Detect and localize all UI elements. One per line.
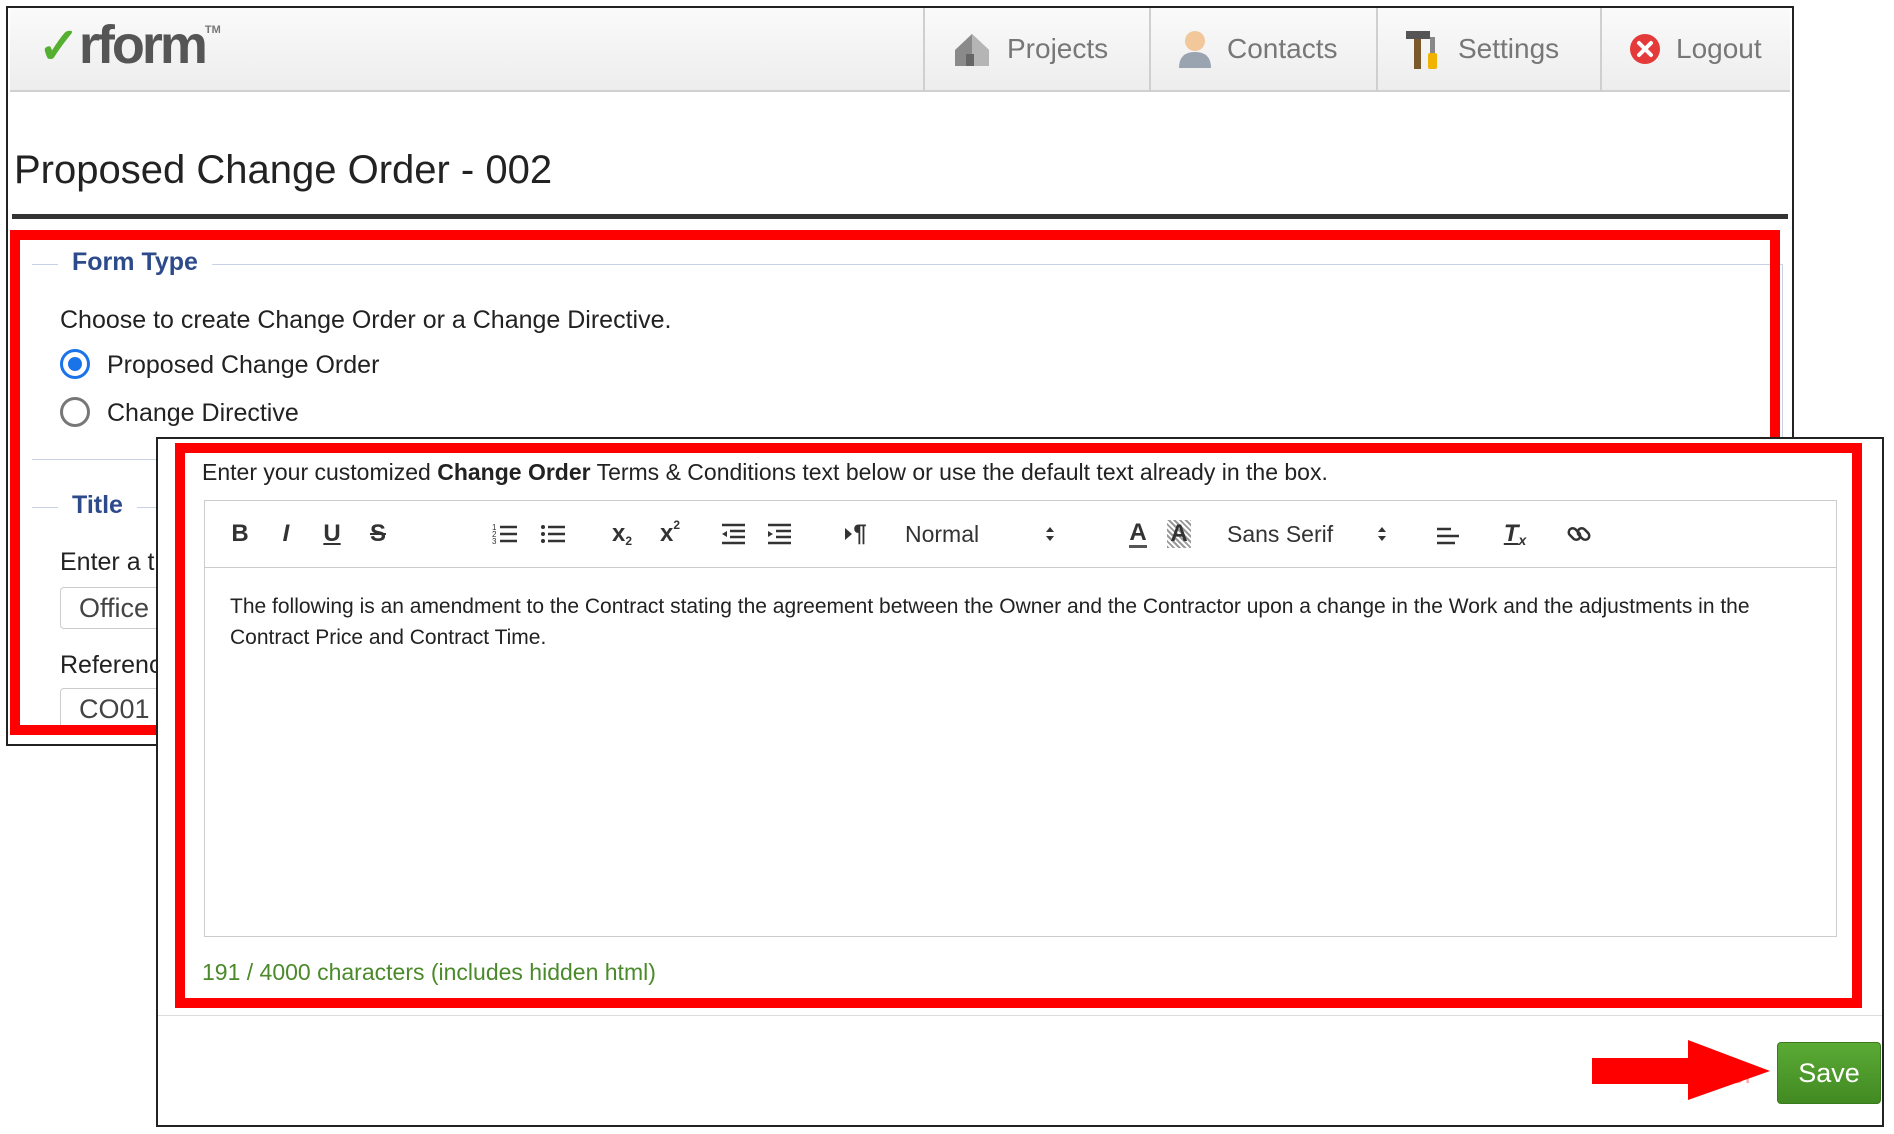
house-icon — [951, 28, 993, 70]
updown-icon — [1045, 525, 1055, 543]
form-type-border — [32, 264, 1782, 265]
logo-tm: TM — [204, 24, 221, 36]
terms-intro-text-2: Terms & Conditions text below or use the… — [590, 459, 1328, 485]
nav-projects[interactable]: Projects — [923, 8, 1149, 90]
background-color-label: A — [1167, 520, 1191, 548]
save-button[interactable]: Save — [1777, 1042, 1881, 1104]
bullet-list-icon — [540, 522, 566, 546]
terms-window: Enter your customized Change Order Terms… — [156, 437, 1884, 1127]
align-button[interactable] — [1435, 517, 1461, 551]
page-title: Proposed Change Order - 002 — [14, 148, 553, 192]
indent-icon — [766, 523, 792, 545]
subscript-button[interactable]: x2 — [607, 517, 637, 551]
footer-divider — [158, 1015, 1882, 1016]
person-icon — [1177, 28, 1213, 70]
outdent-icon — [720, 523, 746, 545]
editor-toolbar: B I U S 123 x2 x2 ¶ Normal A A Sans Seri… — [205, 501, 1836, 568]
title-legend: Title — [58, 491, 137, 520]
nav-contacts-label: Contacts — [1227, 33, 1338, 64]
nav-contacts[interactable]: Contacts — [1149, 8, 1376, 90]
terms-intro-bold: Change Order — [437, 459, 591, 485]
top-navbar: ✓rformTM Projects Contacts Settings Logo… — [10, 8, 1790, 92]
text-direction-label: ¶ — [853, 520, 867, 547]
clear-format-label: T — [1503, 520, 1519, 547]
nav-settings-label: Settings — [1458, 33, 1560, 64]
indent-button[interactable] — [765, 517, 793, 551]
subscript-mark: 2 — [625, 534, 633, 548]
superscript-button[interactable]: x2 — [655, 517, 685, 551]
tools-icon — [1404, 27, 1444, 71]
logo-text: rform — [78, 15, 208, 75]
font-select[interactable]: Sans Serif — [1227, 517, 1387, 551]
radio-change-directive-label[interactable]: Change Directive — [107, 399, 299, 428]
app-logo[interactable]: ✓rformTM — [38, 14, 221, 76]
nav-logout-label: Logout — [1676, 33, 1762, 64]
clear-format-mark: x — [1518, 532, 1527, 548]
red-arrow-icon — [1592, 1040, 1770, 1100]
underline-label: U — [323, 520, 341, 547]
link-button[interactable] — [1565, 517, 1593, 551]
ordered-list-button[interactable]: 123 — [491, 517, 519, 551]
bold-button[interactable]: B — [229, 517, 251, 551]
italic-button[interactable]: I — [275, 517, 297, 551]
title-prompt: Enter a ti — [60, 548, 161, 576]
size-select[interactable]: Normal — [905, 517, 1055, 551]
terms-intro: Enter your customized Change Order Terms… — [202, 459, 1328, 486]
radio-change-directive[interactable] — [60, 397, 90, 427]
main-nav: Projects Contacts Settings Logout — [923, 8, 1790, 90]
text-color-button[interactable]: A — [1125, 517, 1151, 551]
background-color-button[interactable]: A — [1165, 517, 1193, 551]
logo-check-icon: ✓ — [38, 18, 80, 74]
editor-content[interactable]: The following is an amendment to the Con… — [230, 591, 1806, 653]
form-type-prompt: Choose to create Change Order or a Chang… — [60, 306, 672, 334]
terms-intro-text: Enter your customized — [202, 459, 438, 485]
radio-proposed-change-order-label[interactable]: Proposed Change Order — [107, 351, 379, 380]
reference-label: Referenc — [60, 651, 162, 679]
title-divider — [12, 214, 1788, 219]
clear-format-button[interactable]: Tx — [1501, 517, 1529, 551]
bullet-list-button[interactable] — [539, 517, 567, 551]
nav-settings[interactable]: Settings — [1376, 8, 1600, 90]
superscript-label: x — [659, 520, 674, 547]
character-counter: 191 / 4000 characters (includes hidden h… — [202, 959, 656, 985]
underline-button[interactable]: U — [321, 517, 343, 551]
subscript-label: x — [611, 520, 626, 547]
nav-logout[interactable]: Logout — [1600, 8, 1790, 90]
text-color-label: A — [1129, 518, 1147, 548]
rich-text-editor: B I U S 123 x2 x2 ¶ Normal A A Sans Seri… — [204, 500, 1837, 937]
bold-label: B — [231, 520, 249, 547]
updown-icon — [1377, 525, 1387, 543]
text-direction-button[interactable]: ¶ — [841, 517, 871, 551]
strike-label: S — [369, 520, 386, 547]
close-circle-icon — [1628, 32, 1662, 66]
strike-button[interactable]: S — [367, 517, 389, 551]
font-select-value: Sans Serif — [1227, 520, 1334, 547]
italic-label: I — [282, 520, 290, 547]
align-left-icon — [1436, 523, 1460, 545]
link-icon — [1566, 521, 1592, 547]
size-select-value: Normal — [905, 520, 980, 547]
nav-projects-label: Projects — [1007, 33, 1109, 64]
ordered-list-icon: 123 — [492, 522, 518, 546]
text-direction-icon — [845, 528, 853, 540]
superscript-mark: 2 — [673, 518, 681, 532]
radio-proposed-change-order[interactable] — [60, 349, 90, 379]
svg-text:3: 3 — [492, 537, 497, 546]
form-type-border-right — [1782, 264, 1783, 464]
form-type-legend: Form Type — [58, 248, 212, 277]
outdent-button[interactable] — [719, 517, 747, 551]
